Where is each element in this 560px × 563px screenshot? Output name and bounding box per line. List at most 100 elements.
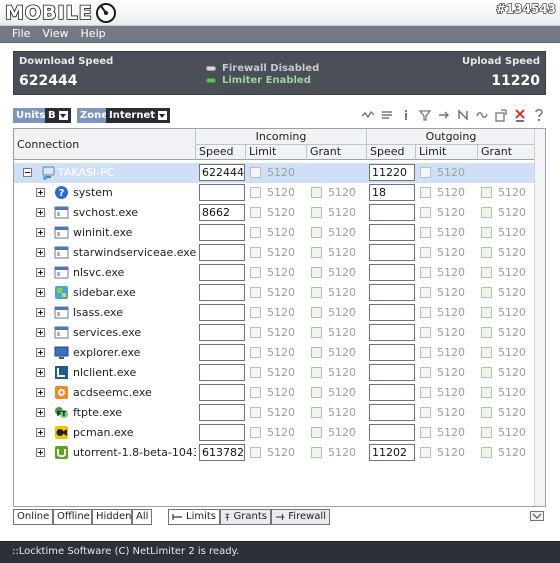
outgoing-limit-header[interactable]: Limit [416, 145, 478, 160]
outgoing-speed-field[interactable] [369, 244, 415, 261]
incoming-limit-checkbox[interactable] [250, 347, 261, 358]
incoming-limit-checkbox[interactable] [250, 387, 261, 398]
incoming-grant-checkbox[interactable] [311, 427, 322, 438]
table-row[interactable]: nlsvc.exe 5120 5120 5120 5120 [14, 263, 534, 283]
table-row[interactable]: pcman.exe 5120 5120 5120 5120 [14, 423, 534, 443]
incoming-speed-field[interactable] [199, 224, 245, 241]
expand-icon[interactable] [36, 348, 45, 357]
expand-icon[interactable] [36, 268, 45, 277]
outgoing-grant-checkbox[interactable] [481, 347, 492, 358]
incoming-speed-field[interactable]: 613782 [199, 444, 245, 461]
outgoing-grant-checkbox[interactable] [481, 327, 492, 338]
filter-tab-hidden[interactable]: Hidden [92, 509, 132, 525]
incoming-grant-checkbox[interactable] [311, 307, 322, 318]
delete-icon[interactable] [513, 107, 527, 123]
incoming-limit-checkbox[interactable] [250, 447, 261, 458]
outgoing-grant-checkbox[interactable] [481, 447, 492, 458]
connection-header[interactable]: Connection [14, 129, 196, 160]
funnel-icon[interactable] [418, 107, 432, 123]
outgoing-grant-checkbox[interactable] [481, 247, 492, 258]
vertical-scrollbar[interactable] [534, 129, 545, 506]
outgoing-grant-checkbox[interactable] [481, 187, 492, 198]
incoming-limit-checkbox[interactable] [250, 207, 261, 218]
table-row[interactable]: lsass.exe 5120 5120 5120 5120 [14, 303, 534, 323]
outgoing-grant-checkbox[interactable] [481, 387, 492, 398]
menu-help[interactable]: Help [75, 26, 112, 42]
outgoing-speed-field[interactable] [369, 344, 415, 361]
zone-select[interactable]: Internet [106, 108, 171, 123]
incoming-limit-header[interactable]: Limit [246, 145, 307, 160]
outgoing-grant-header[interactable]: Grant [478, 145, 536, 160]
export-icon[interactable] [494, 107, 508, 123]
outgoing-limit-checkbox[interactable] [420, 267, 431, 278]
table-row[interactable]: explorer.exe 5120 5120 5120 5120 [14, 343, 534, 363]
outgoing-grant-checkbox[interactable] [481, 307, 492, 318]
incoming-limit-checkbox[interactable] [250, 267, 261, 278]
expand-icon[interactable] [36, 248, 45, 257]
outgoing-speed-field[interactable]: 11202 [369, 444, 415, 461]
outgoing-speed-header[interactable]: Speed [367, 145, 416, 160]
incoming-grant-checkbox[interactable] [311, 327, 322, 338]
outgoing-grant-checkbox[interactable] [481, 367, 492, 378]
priority-n-icon[interactable] [456, 107, 470, 123]
table-row[interactable]: wininit.exe 5120 5120 5120 5120 [14, 223, 534, 243]
incoming-grant-checkbox[interactable] [311, 447, 322, 458]
incoming-speed-field[interactable] [199, 404, 245, 421]
outgoing-limit-checkbox[interactable] [420, 447, 431, 458]
incoming-grant-checkbox[interactable] [311, 407, 322, 418]
outgoing-speed-field[interactable] [369, 404, 415, 421]
view-tab-limits[interactable]: Limits [168, 509, 220, 525]
incoming-speed-header[interactable]: Speed [196, 145, 246, 160]
incoming-speed-field[interactable] [199, 364, 245, 381]
incoming-speed-field[interactable] [199, 424, 245, 441]
incoming-speed-field[interactable] [199, 324, 245, 341]
outgoing-speed-field[interactable] [369, 304, 415, 321]
expand-icon[interactable] [36, 388, 45, 397]
expand-icon[interactable] [36, 368, 45, 377]
outgoing-speed-field[interactable] [369, 264, 415, 281]
expand-icon[interactable] [36, 228, 45, 237]
table-row[interactable]: services.exe 5120 5120 5120 5120 [14, 323, 534, 343]
table-row[interactable]: acdseemc.exe 5120 5120 5120 5120 [14, 383, 534, 403]
incoming-limit-checkbox[interactable] [250, 247, 261, 258]
collapse-icon[interactable] [23, 168, 32, 177]
incoming-speed-field[interactable]: 8662 [199, 204, 245, 221]
incoming-grant-checkbox[interactable] [311, 267, 322, 278]
info-icon[interactable] [399, 107, 413, 123]
filter-tab-all[interactable]: All [132, 509, 152, 525]
incoming-limit-checkbox[interactable] [250, 367, 261, 378]
outgoing-limit-checkbox[interactable] [420, 247, 431, 258]
outgoing-limit-checkbox[interactable] [420, 327, 431, 338]
filter-list-icon[interactable] [380, 107, 394, 123]
outgoing-speed-field[interactable] [369, 364, 415, 381]
outgoing-grant-checkbox[interactable] [481, 227, 492, 238]
table-row[interactable]: svchost.exe 8662 5120 5120 5120 5120 [14, 203, 534, 223]
expand-icon[interactable] [36, 288, 45, 297]
outgoing-speed-field[interactable] [369, 384, 415, 401]
outgoing-limit-checkbox[interactable] [420, 167, 431, 178]
incoming-limit-checkbox[interactable] [250, 407, 261, 418]
table-row[interactable]: starwindserviceae.exe 5120 5120 5120 5120 [14, 243, 534, 263]
outgoing-grant-checkbox[interactable] [481, 407, 492, 418]
outgoing-speed-field[interactable] [369, 284, 415, 301]
outgoing-grant-checkbox[interactable] [481, 267, 492, 278]
incoming-grant-checkbox[interactable] [311, 367, 322, 378]
rule-arrow-icon[interactable] [437, 107, 451, 123]
table-row[interactable]: utorrent-1.8-beta-1043...613782 5120 5120 1… [14, 443, 534, 463]
menu-file[interactable]: File [6, 26, 36, 42]
incoming-speed-field[interactable] [199, 264, 245, 281]
outgoing-speed-field[interactable] [369, 204, 415, 221]
outgoing-speed-field[interactable] [369, 324, 415, 341]
panel-toggle-icon[interactable] [530, 511, 544, 521]
expand-icon[interactable] [36, 448, 45, 457]
incoming-grant-checkbox[interactable] [311, 227, 322, 238]
incoming-limit-checkbox[interactable] [250, 167, 261, 178]
expand-icon[interactable] [36, 328, 45, 337]
outgoing-limit-checkbox[interactable] [420, 207, 431, 218]
incoming-limit-checkbox[interactable] [250, 187, 261, 198]
filter-tab-online[interactable]: Online [13, 509, 53, 525]
filter-tab-offline[interactable]: Offline [53, 509, 92, 525]
outgoing-limit-checkbox[interactable] [420, 287, 431, 298]
units-select[interactable]: B [45, 108, 71, 123]
incoming-speed-field[interactable]: 622444 [199, 164, 245, 181]
